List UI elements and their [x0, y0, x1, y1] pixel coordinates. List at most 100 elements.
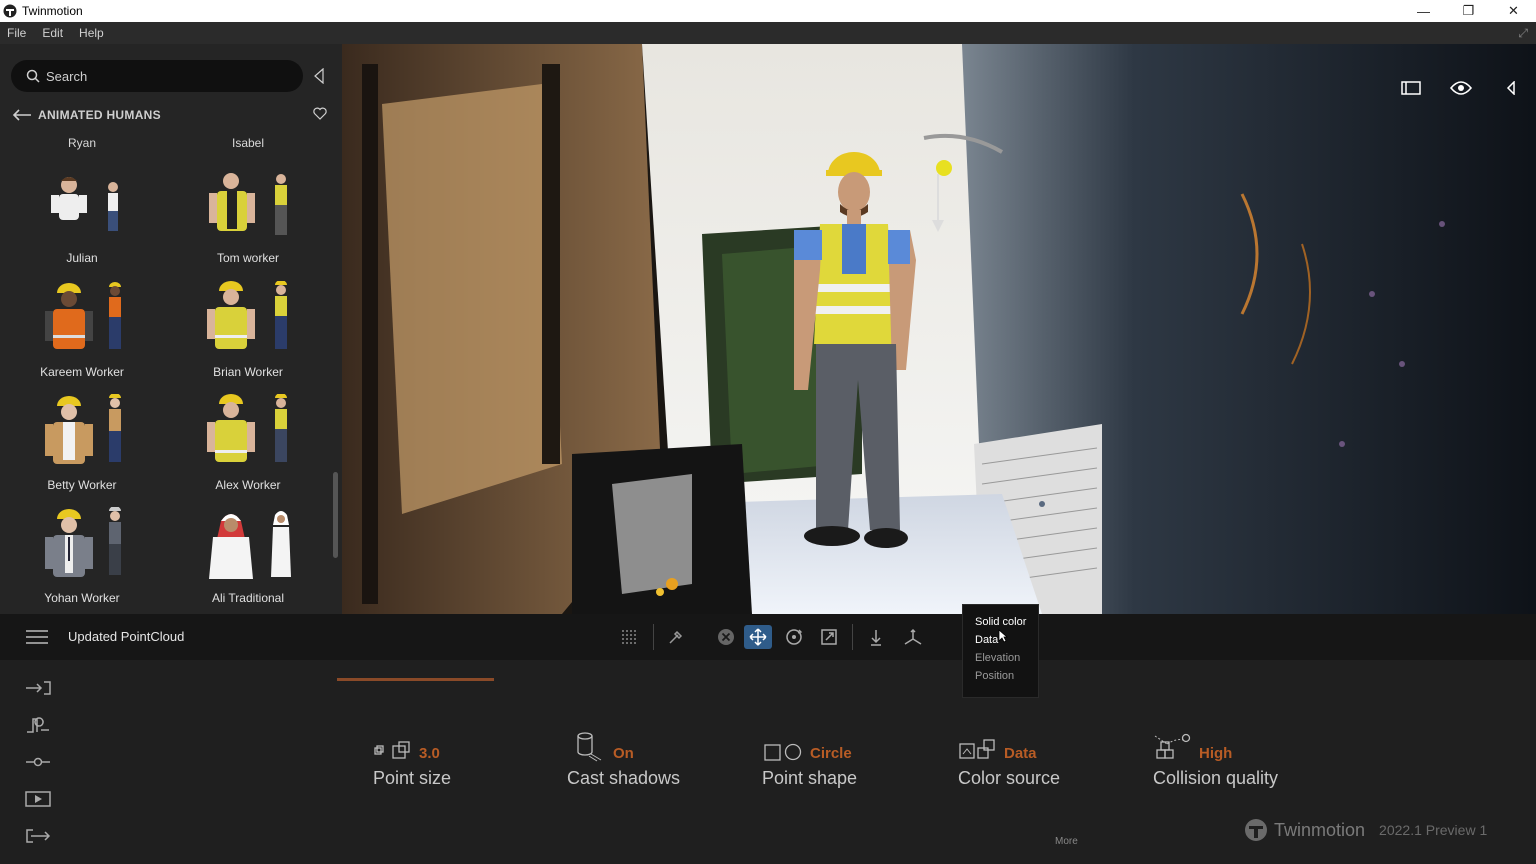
media-icon[interactable]: [24, 789, 52, 809]
brand-footer: Twinmotion 2022.1 Preview 1: [1244, 818, 1487, 842]
library-item-label: Isabel: [231, 136, 265, 150]
menu-help[interactable]: Help: [71, 26, 112, 40]
point-shape-property[interactable]: Circle Point shape: [762, 736, 857, 789]
menu-edit[interactable]: Edit: [34, 26, 71, 40]
library-item-kareem-worker[interactable]: Kareem Worker: [7, 281, 157, 394]
library-item-label: Betty Worker: [47, 478, 117, 492]
collapse-panel-icon[interactable]: [313, 68, 325, 84]
more-button[interactable]: More: [1055, 836, 1078, 847]
export-icon[interactable]: [24, 826, 52, 846]
heart-icon[interactable]: [313, 107, 327, 120]
character-thumbnail: [209, 511, 291, 579]
collision-quality-property[interactable]: High Collision quality: [1153, 733, 1279, 789]
library-item-label: Yohan Worker: [44, 591, 120, 605]
search-input[interactable]: Search: [11, 60, 303, 92]
close-button[interactable]: ✕: [1491, 0, 1536, 22]
move-tool-button[interactable]: [744, 625, 772, 649]
title-bar: Twinmotion — ❐ ✕: [0, 0, 1536, 22]
scene-toolbar: Updated PointCloud: [0, 614, 1536, 660]
pointcloud-scene: [342, 44, 1536, 614]
collapse-right-icon[interactable]: [1486, 78, 1536, 98]
twinmotion-logo-icon: [3, 4, 17, 18]
cast-shadows-label: Cast shadows: [567, 768, 681, 788]
category-title: ANIMATED HUMANS: [38, 108, 161, 122]
menu-icon[interactable]: [26, 630, 48, 644]
import-icon[interactable]: [24, 678, 52, 698]
move-icon: [749, 628, 767, 646]
brand-name: Twinmotion: [1274, 819, 1366, 840]
character-thumbnail: [45, 282, 121, 349]
library-item-yohan-worker[interactable]: Yohan Worker: [7, 507, 157, 614]
context-icon[interactable]: [24, 715, 52, 735]
local-axis-button[interactable]: [899, 625, 927, 649]
library-item-ali-traditional[interactable]: Ali Traditional: [173, 507, 323, 614]
viewport-3d[interactable]: [342, 44, 1536, 614]
toolbar-divider: [653, 624, 654, 650]
color-source-label: Color source: [958, 768, 1061, 788]
axis-icon: [904, 628, 922, 645]
panel-layout-icon[interactable]: [1386, 78, 1436, 98]
close-circle-icon: [718, 629, 734, 645]
dropdown-option-position[interactable]: Position: [975, 670, 1014, 682]
point-shape-value: Circle: [810, 745, 852, 762]
point-size-property[interactable]: 3.0 Point size: [373, 736, 451, 789]
character-thumbnail: [207, 281, 287, 349]
cast-shadows-property[interactable]: On Cast shadows: [567, 732, 681, 789]
library-item-label: Ryan: [67, 136, 96, 150]
minimize-button[interactable]: —: [1401, 0, 1446, 22]
dropdown-option-elevation[interactable]: Elevation: [975, 652, 1020, 664]
category-header[interactable]: ANIMATED HUMANS: [12, 106, 161, 124]
back-arrow-icon[interactable]: [12, 109, 32, 121]
deselect-button[interactable]: [712, 625, 740, 649]
library-item-label: Tom worker: [216, 251, 279, 265]
library-item-julian[interactable]: Julian: [7, 167, 157, 280]
point-shape-label: Point shape: [762, 768, 858, 788]
library-item-brian-worker[interactable]: Brian Worker: [173, 281, 323, 394]
drop-to-ground-button[interactable]: [862, 625, 890, 649]
grid-snap-button[interactable]: [615, 625, 643, 649]
library-item-label: Brian Worker: [213, 365, 283, 379]
scale-icon: [821, 629, 837, 645]
scene-name: Updated PointCloud: [68, 629, 185, 644]
point-size-label: Point size: [373, 768, 452, 788]
collision-quality-value: High: [1199, 745, 1233, 762]
character-thumbnail: [207, 394, 287, 462]
library-item-label: Kareem Worker: [40, 365, 124, 379]
rotate-icon: [786, 629, 803, 645]
library-item-tom-worker[interactable]: Tom worker: [173, 167, 323, 280]
dropdown-option-data[interactable]: Data: [975, 634, 998, 646]
character-thumbnail: [45, 507, 121, 577]
library-scrollbar[interactable]: [333, 472, 338, 558]
eyedropper-icon: [669, 630, 683, 644]
library-item-betty-worker[interactable]: Betty Worker: [7, 394, 157, 507]
cast-shadows-value: On: [613, 745, 634, 762]
shape-icon: [764, 743, 802, 761]
restore-button[interactable]: ❐: [1446, 0, 1491, 22]
eye-icon[interactable]: [1436, 78, 1486, 98]
drop-icon: [871, 630, 881, 646]
library-item-label: Alex Worker: [215, 478, 281, 492]
mouse-cursor-icon: [998, 629, 1008, 643]
fullscreen-icon[interactable]: ⤢: [1518, 26, 1528, 41]
active-tab-indicator: [337, 678, 494, 681]
color-source-dropdown: Solid color Data Elevation Position: [962, 604, 1039, 698]
rotate-tool-button[interactable]: [780, 625, 808, 649]
library-item-label: Ali Traditional: [211, 591, 285, 605]
version-label: 2022.1 Preview 1: [1379, 822, 1488, 838]
grid-icon: [622, 630, 636, 644]
toolbar-divider: [852, 624, 853, 650]
path-icon[interactable]: [24, 752, 52, 772]
scale-tool-button[interactable]: [815, 625, 843, 649]
color-source-property[interactable]: Data Color source: [958, 736, 1060, 789]
menu-file[interactable]: File: [0, 26, 34, 40]
collision-quality-label: Collision quality: [1153, 768, 1279, 788]
menu-bar: File Edit Help ⤢: [0, 22, 1536, 44]
library-item-alex-worker[interactable]: Alex Worker: [173, 394, 323, 507]
point-size-value: 3.0: [419, 745, 440, 762]
properties-panel: 3.0 Point size On Cast shadows Circle Po…: [0, 660, 1536, 864]
eyedropper-button[interactable]: [662, 625, 690, 649]
dropdown-option-solid-color[interactable]: Solid color: [975, 616, 1026, 628]
character-thumbnail: [209, 173, 287, 235]
twinmotion-logo-icon: [1245, 819, 1267, 841]
search-icon: [26, 69, 40, 83]
